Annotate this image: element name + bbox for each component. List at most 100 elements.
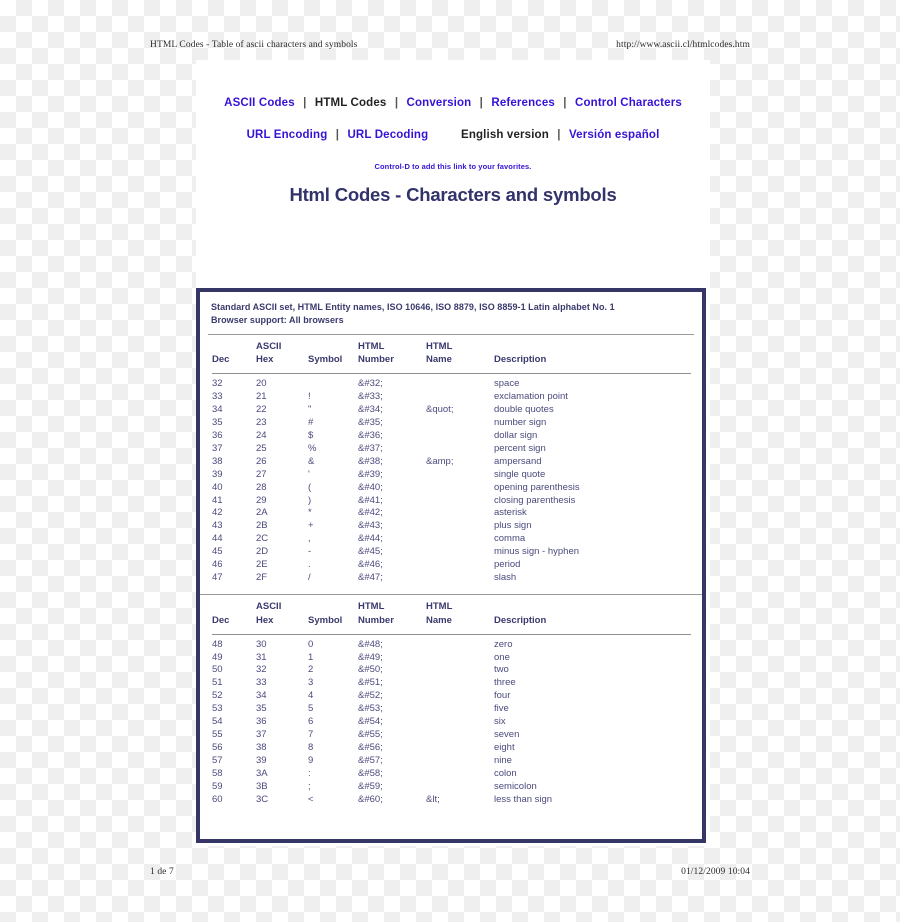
ascii-html-name-cell (426, 742, 494, 755)
table-row: 57 39 9 &#57; nine (212, 755, 691, 768)
ascii-html-number-cell: &#43; (358, 520, 383, 532)
ascii-html-number-cell: &#55; (358, 729, 383, 740)
ascii-html-name-cell (426, 546, 494, 559)
table-row: 45 2D - &#45; minus sign - hyphen (212, 546, 691, 559)
ascii-html-name-cell (426, 482, 494, 495)
ascii-hex-cell: 22 (256, 404, 267, 416)
ascii-hex-cell: 24 (256, 429, 267, 441)
ascii-hex-cell: 3A (256, 767, 268, 779)
ascii-symbol-cell: ; (308, 780, 311, 792)
ascii-description-cell: single quote (494, 468, 546, 480)
ascii-html-number-cell: &#35; (358, 417, 383, 429)
ascii-description-cell: zero (494, 638, 513, 650)
ascii-hex-cell: 2D (256, 546, 269, 558)
header-description: Description (494, 354, 547, 366)
ascii-hex-cell: 20 (256, 378, 267, 390)
favorites-tip: Control-D to add this link to your favor… (374, 162, 532, 171)
ascii-section-1: ASCII HTML HTML Dec Hex Symbol Number Na… (200, 335, 702, 585)
table-meta-line1: Standard ASCII set, HTML Entity names, I… (211, 302, 615, 312)
ascii-dec-cell: 38 (212, 455, 223, 467)
ascii-html-number-cell: &#47; (358, 571, 383, 583)
ascii-description-cell: plus sign (494, 520, 532, 532)
ascii-html-name-cell (426, 572, 494, 585)
nav-link-html-codes[interactable]: HTML Codes (315, 97, 387, 109)
ascii-html-number-cell: &#37; (358, 442, 383, 454)
ascii-hex-cell: 21 (256, 391, 267, 403)
page-title: Html Codes - Characters and symbols (289, 184, 617, 205)
ascii-dec-cell: 52 (212, 690, 223, 702)
ascii-dec-cell: 39 (212, 468, 223, 480)
nav-link-url-encoding[interactable]: URL Encoding (247, 129, 328, 141)
table-meta-line2: Browser support: All browsers (211, 314, 344, 325)
ascii-description-cell: four (494, 690, 511, 702)
ascii-symbol-cell: & (308, 455, 315, 467)
nav-link-url-decoding[interactable]: URL Decoding (347, 129, 428, 141)
ascii-hex-cell: 33 (256, 677, 267, 689)
ascii-hex-cell: 2B (256, 520, 268, 532)
header-hex: Hex (256, 354, 274, 366)
nav-link-control-characters[interactable]: Control Characters (575, 97, 682, 109)
table-row: 34 22 " &#34; &quot; double quotes (212, 404, 691, 417)
ascii-html-name-cell (426, 495, 494, 508)
ascii-dec-cell: 48 (212, 638, 223, 650)
ascii-hex-cell: 26 (256, 455, 267, 467)
ascii-table-2-header-table: ASCII HTML HTML Dec Hex Symbol Number Na… (212, 595, 691, 634)
ascii-dec-cell: 37 (212, 442, 223, 454)
ascii-description-cell: two (494, 664, 509, 676)
ascii-html-name-cell (426, 729, 494, 742)
ascii-dec-cell: 41 (212, 494, 223, 506)
ascii-html-number-cell: &#50; (358, 664, 383, 676)
ascii-description-cell: three (494, 677, 516, 689)
ascii-dec-cell: 44 (212, 533, 223, 545)
nav-separator: | (394, 97, 399, 109)
ascii-html-name-cell (426, 677, 494, 690)
ascii-symbol-cell: 6 (308, 716, 314, 728)
ascii-html-number-cell: &#39; (358, 468, 383, 480)
ascii-description-cell: percent sign (494, 442, 546, 454)
ascii-description-cell: seven (494, 729, 520, 740)
ascii-symbol-cell: $ (308, 429, 314, 441)
nav-link-references[interactable]: References (491, 97, 555, 109)
table-row: 37 25% &#37; percent sign (212, 443, 691, 456)
nav-link-ascii-codes[interactable]: ASCII Codes (224, 97, 295, 109)
ascii-description-cell: space (494, 378, 520, 390)
nav-link-conversion[interactable]: Conversion (407, 97, 472, 109)
table-row: 51 33 3 &#51; three (212, 677, 691, 690)
ascii-html-number-cell: &#49; (358, 651, 383, 663)
ascii-html-number-cell: &#36; (358, 429, 383, 441)
nav-link-english-version[interactable]: English version (461, 129, 549, 141)
ascii-html-number-cell: &#38; (358, 455, 383, 467)
ascii-description-cell: slash (494, 571, 517, 583)
ascii-html-number-cell: &#51; (358, 677, 383, 689)
ascii-description-cell: dollar sign (494, 429, 538, 441)
ascii-symbol-cell: - (308, 546, 312, 558)
nav-link-spanish-version[interactable]: Versión español (569, 129, 659, 141)
ascii-dec-cell: 46 (212, 559, 223, 571)
table-row: 46 2E. &#46; period (212, 559, 691, 572)
running-foot: 1 de 7 01/12/2009 10:04 (150, 867, 750, 877)
nav-secondary: URL Encoding | URL Decoding English vers… (196, 129, 710, 141)
ascii-html-name-cell (426, 703, 494, 716)
table-row: 38 26 & &#38; &amp; ampersand (212, 456, 691, 469)
ascii-html-name-cell (426, 443, 494, 456)
table-row: 39 27 ' &#39; single quote (212, 469, 691, 482)
ascii-html-name-cell (426, 469, 494, 482)
ascii-html-name-cell (426, 559, 494, 572)
ascii-dec-cell: 56 (212, 741, 223, 753)
header-html-name-line2: Name (426, 614, 452, 626)
nav-primary: ASCII Codes | HTML Codes | Conversion | … (196, 97, 710, 109)
ascii-hex-cell: 36 (256, 716, 267, 728)
ascii-symbol-cell: 7 (308, 729, 314, 740)
ascii-symbol-cell: 9 (308, 754, 314, 766)
ascii-html-name-cell (426, 417, 494, 430)
ascii-description-cell: period (494, 559, 521, 571)
ascii-description-cell: comma (494, 533, 526, 545)
header-html-number-line2: Number (358, 354, 394, 366)
table-meta: Standard ASCII set, HTML Entity names, I… (200, 292, 702, 334)
ascii-symbol-cell: : (308, 767, 311, 779)
ascii-html-number-cell: &#57; (358, 754, 383, 766)
ascii-dec-cell: 42 (212, 507, 223, 519)
ascii-description-cell: opening parenthesis (494, 481, 580, 493)
table-row: 52 34 4 &#52; four (212, 690, 691, 703)
table-row: 48 30 0 &#48; zero (212, 639, 691, 652)
